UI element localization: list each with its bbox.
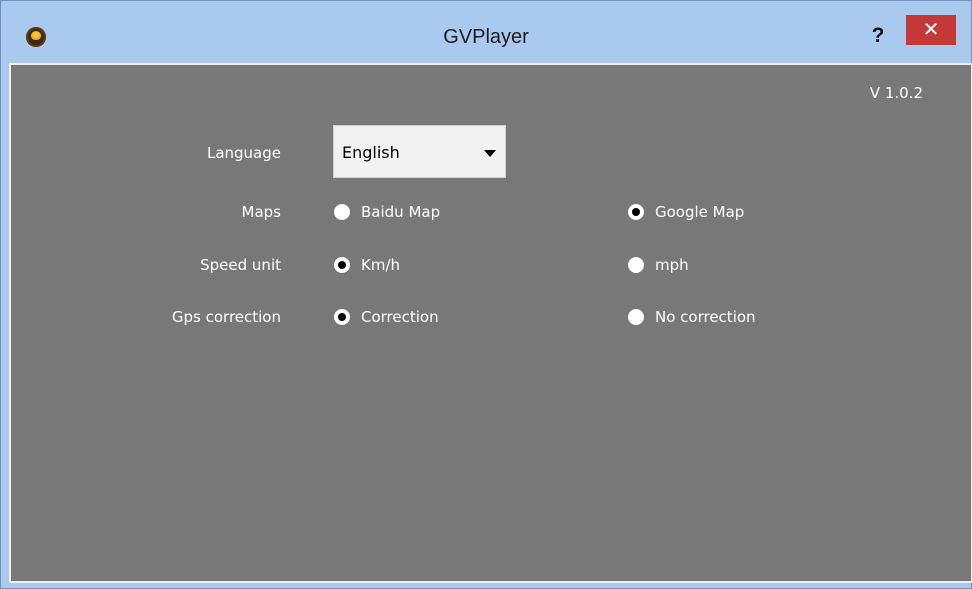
radio-mph[interactable]: mph xyxy=(628,255,689,275)
app-window: GVPlayer ? ✕ V 1.0.2 Language English Ma… xyxy=(0,0,972,589)
window-title: GVPlayer xyxy=(443,26,529,48)
radio-circle[interactable] xyxy=(628,309,644,325)
radio-google-map[interactable]: Google Map xyxy=(628,202,744,222)
chevron-down-icon xyxy=(484,150,496,157)
radio-circle-checked[interactable] xyxy=(334,309,350,325)
radio-circle-checked[interactable] xyxy=(334,257,350,273)
radio-label: Google Map xyxy=(655,203,745,221)
radio-circle-checked[interactable] xyxy=(628,204,644,220)
language-dropdown[interactable]: English xyxy=(333,125,506,178)
radio-no-correction[interactable]: No correction xyxy=(628,307,756,327)
settings-panel: V 1.0.2 Language English Maps Baidu Map … xyxy=(9,63,972,583)
language-selected-value: English xyxy=(342,143,400,162)
radio-kmh[interactable]: Km/h xyxy=(334,255,400,275)
radio-circle[interactable] xyxy=(628,257,644,273)
radio-baidu-map[interactable]: Baidu Map xyxy=(334,202,440,222)
help-button[interactable]: ? xyxy=(866,22,890,50)
radio-label: No correction xyxy=(655,308,756,326)
speed-unit-label: Speed unit xyxy=(200,256,281,274)
close-icon: ✕ xyxy=(922,17,940,41)
language-label: Language xyxy=(206,144,281,162)
title-bar[interactable]: GVPlayer ? ✕ xyxy=(1,1,971,63)
radio-label: Correction xyxy=(361,308,439,326)
close-button[interactable]: ✕ xyxy=(906,15,956,45)
radio-label: Baidu Map xyxy=(361,203,441,221)
maps-label: Maps xyxy=(241,203,281,221)
radio-label: mph xyxy=(655,256,689,274)
gps-correction-label: Gps correction xyxy=(171,308,281,326)
radio-correction[interactable]: Correction xyxy=(334,307,439,327)
radio-label: Km/h xyxy=(361,256,401,274)
version-label: V 1.0.2 xyxy=(869,84,923,102)
radio-circle[interactable] xyxy=(334,204,350,220)
